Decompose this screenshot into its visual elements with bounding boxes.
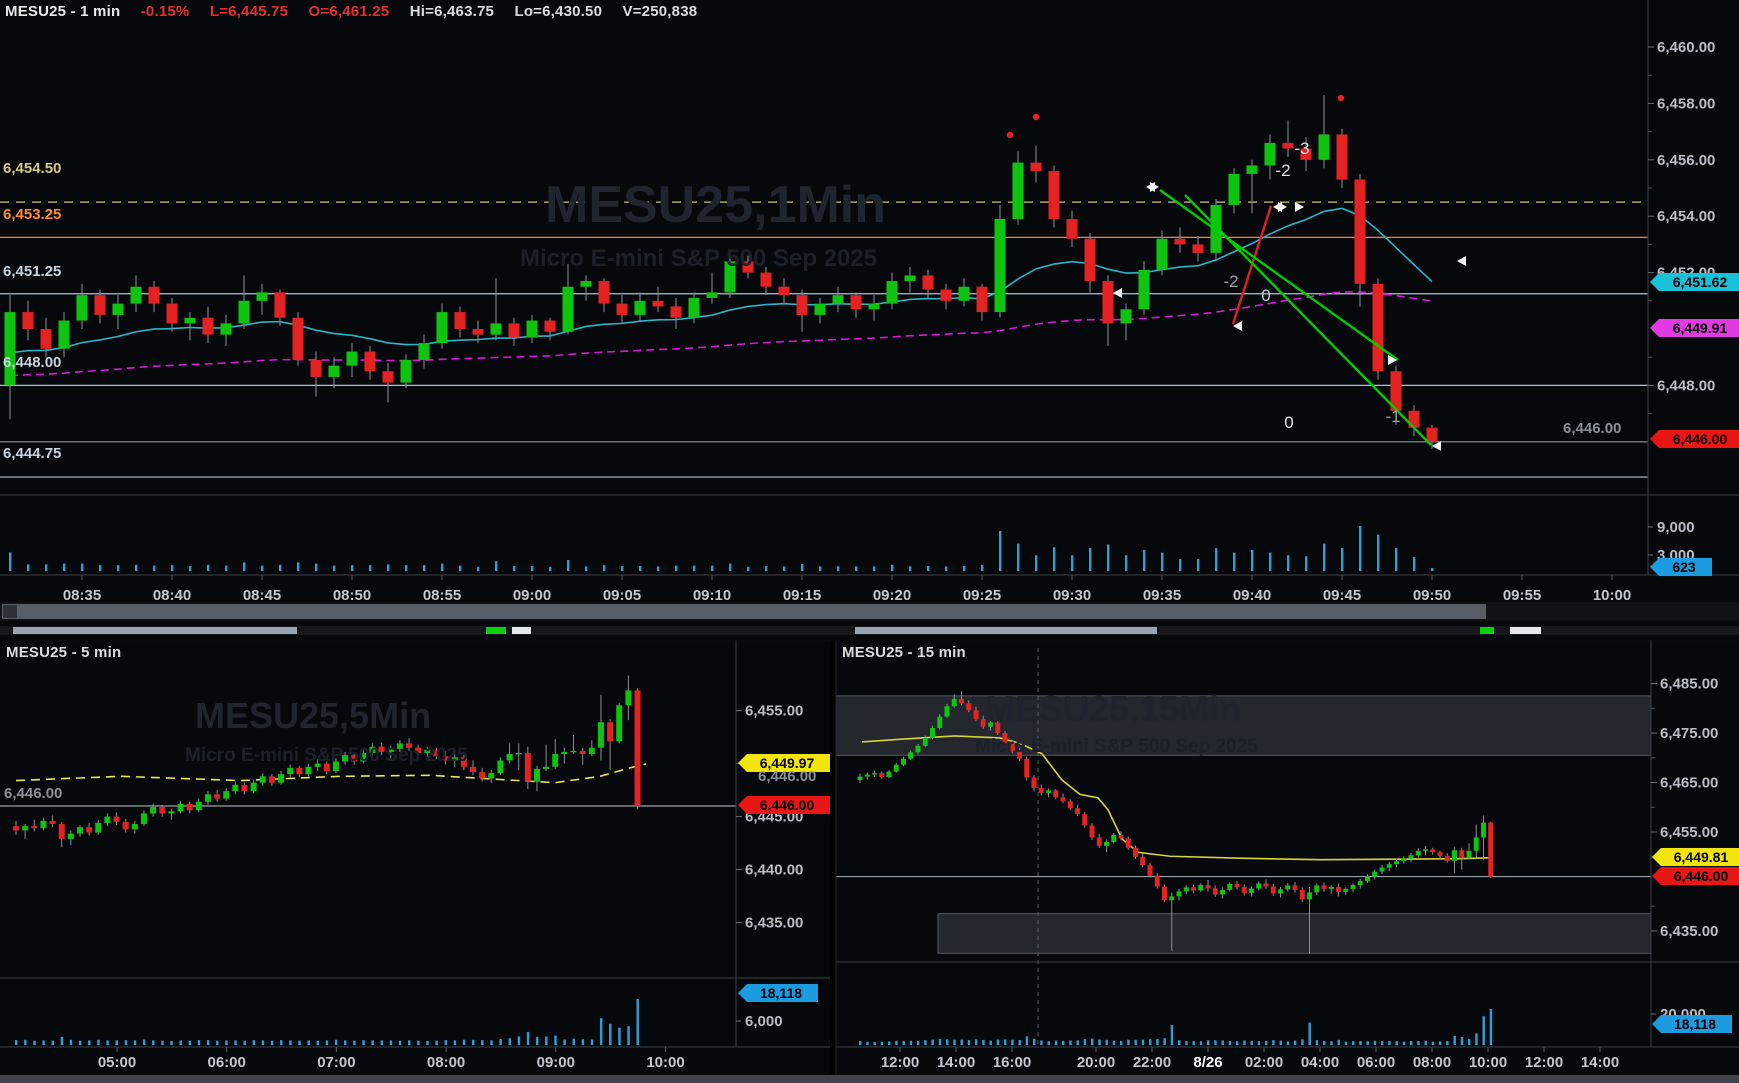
svg-text:10:00: 10:00 xyxy=(1469,1054,1507,1071)
chart-15min-volume xyxy=(859,1009,1492,1045)
charts-layer[interactable]: -2-3-20-106,460.006,458.006,456.006,454.… xyxy=(0,0,1739,1083)
svg-text:6,435.00: 6,435.00 xyxy=(745,915,803,932)
watermark-symbol-5min: MESU25,5Min xyxy=(195,695,431,737)
scroll-marker-green-15min[interactable] xyxy=(1480,627,1494,634)
level-label-645325: 6,453.25 xyxy=(3,206,61,223)
svg-text:6,465.00: 6,465.00 xyxy=(1660,775,1718,792)
chart-1min-time: 08:3508:4008:4508:5008:5509:0009:0509:10… xyxy=(63,575,1631,604)
stat-high: Hi=6,463.75 xyxy=(410,3,494,20)
chart-header-1min: MESU25 - 1 min -0.15% L=6,445.75 O=6,461… xyxy=(5,3,713,20)
svg-text:09:00: 09:00 xyxy=(537,1054,575,1071)
svg-text:12:00: 12:00 xyxy=(1525,1054,1563,1071)
chart-header-5min: MESU25 - 5 min xyxy=(6,644,121,661)
svg-text:14:00: 14:00 xyxy=(1581,1054,1619,1071)
svg-text:05:00: 05:00 xyxy=(98,1054,136,1071)
volume-tag-1min: 623 xyxy=(1650,558,1712,576)
scroll-marker-green-5min[interactable] xyxy=(486,627,506,634)
svg-text:08:00: 08:00 xyxy=(427,1054,465,1071)
inline-price-label-5min: 6,446.00 xyxy=(4,785,62,802)
level-label-644475: 6,444.75 xyxy=(3,445,61,462)
svg-text:8/26: 8/26 xyxy=(1193,1054,1222,1071)
chart-header-15min: MESU25 - 15 min xyxy=(842,644,966,661)
scrollbar-track-1min[interactable] xyxy=(0,602,1739,621)
svg-text:06:00: 06:00 xyxy=(1357,1054,1395,1071)
trading-workspace: -2-3-20-106,460.006,458.006,456.006,454.… xyxy=(0,0,1739,1083)
svg-text:-3: -3 xyxy=(1294,139,1309,158)
svg-text:-2: -2 xyxy=(1223,272,1238,291)
inline-price-label-1min: 6,446.00 xyxy=(1563,420,1621,437)
volume-tag-15min: 18,118 xyxy=(1652,1015,1732,1033)
watermark-symbol-15min: MESU25,15Min xyxy=(985,688,1241,730)
svg-text:6,475.00: 6,475.00 xyxy=(1660,725,1718,742)
stat-last: L=6,445.75 xyxy=(210,3,288,20)
svg-text:-1: -1 xyxy=(1385,407,1400,426)
chart-1min-volume xyxy=(9,526,1433,571)
stat-volume: V=250,838 xyxy=(623,3,698,20)
level-label-645125: 6,451.25 xyxy=(3,263,61,280)
svg-text:14:00: 14:00 xyxy=(937,1054,975,1071)
svg-text:6,460.00: 6,460.00 xyxy=(1657,39,1715,56)
svg-text:04:00: 04:00 xyxy=(1301,1054,1339,1071)
svg-text:02:00: 02:00 xyxy=(1245,1054,1283,1071)
svg-text:12:00: 12:00 xyxy=(881,1054,919,1071)
svg-text:6,456.00: 6,456.00 xyxy=(1657,152,1715,169)
watermark-desc-15min: Micro E-mini S&P 500 Sep 2025 xyxy=(975,736,1258,758)
level-label-645450: 6,454.50 xyxy=(3,160,61,177)
svg-text:6,454.00: 6,454.00 xyxy=(1657,208,1715,225)
svg-text:22:00: 22:00 xyxy=(1133,1054,1171,1071)
svg-text:9,000: 9,000 xyxy=(1657,519,1695,536)
price-tag-magenta-ma: 6,449.91 xyxy=(1650,319,1739,337)
price-tag-vwap-15min: 6,449.81 xyxy=(1652,848,1739,866)
watermark-desc-5min: Micro E-mini S&P 500 Sep 2025 xyxy=(185,745,468,767)
svg-text:6,448.00: 6,448.00 xyxy=(1657,377,1715,394)
svg-text:6,440.00: 6,440.00 xyxy=(745,862,803,879)
level-label-644800: 6,448.00 xyxy=(3,354,61,371)
volume-tag-5min: 18,118 xyxy=(738,984,818,1002)
scrollbar-home-button-1min[interactable] xyxy=(3,605,17,618)
scrollbar-track-bottom-row[interactable] xyxy=(0,626,1739,635)
watermark-desc-1min: Micro E-mini S&P 500 Sep 2025 xyxy=(520,245,877,273)
svg-text:10:00: 10:00 xyxy=(646,1054,684,1071)
scroll-marker-white-15min[interactable] xyxy=(1510,627,1541,634)
svg-text:20:00: 20:00 xyxy=(1077,1054,1115,1071)
scrollbar-bottom[interactable] xyxy=(0,1075,1739,1083)
scrollbar-thumb-5min[interactable] xyxy=(13,627,297,634)
chart-5min xyxy=(0,764,736,806)
svg-text:07:00: 07:00 xyxy=(317,1054,355,1071)
scrollbar-thumb-1min[interactable] xyxy=(2,604,1486,619)
chart-15min xyxy=(836,648,1651,1046)
scrollbar-thumb-15min[interactable] xyxy=(855,627,1157,634)
chart-1min-axis: 6,460.006,458.006,456.006,454.006,452.00… xyxy=(0,0,1739,575)
chart-5min-volume xyxy=(15,999,639,1045)
stat-change-pct: -0.15% xyxy=(141,3,190,20)
chart-1min xyxy=(0,202,1648,477)
svg-text:16:00: 16:00 xyxy=(993,1054,1031,1071)
svg-text:6,435.00: 6,435.00 xyxy=(1660,923,1718,940)
stat-open: O=6,461.25 xyxy=(309,3,390,20)
price-tag-last-1min: 6,446.00 xyxy=(1650,430,1739,448)
symbol-title-1min: MESU25 - 1 min xyxy=(5,3,120,20)
inline-price-label-15min: 6,446.00 xyxy=(758,768,816,785)
chart-5min-time: 05:00 06:00 07:00 08:00 09:00 10:00 xyxy=(98,1047,685,1071)
svg-text:-2: -2 xyxy=(1275,161,1290,180)
price-tag-last-5min: 6,446.00 xyxy=(738,796,830,814)
chart-15min-time: 12:00 14:00 16:00 20:00 22:00 8/26 02:00 04:00 0… xyxy=(881,1047,1619,1071)
price-tag-last-15min: 6,446.00 xyxy=(1652,867,1739,885)
svg-text:6,455.00: 6,455.00 xyxy=(1660,824,1718,841)
watermark-symbol-1min: MESU25,1Min xyxy=(545,175,886,235)
svg-text:0: 0 xyxy=(1284,413,1293,432)
svg-text:6,458.00: 6,458.00 xyxy=(1657,95,1715,112)
svg-text:08:00: 08:00 xyxy=(1413,1054,1451,1071)
stat-low: Lo=6,430.50 xyxy=(514,3,602,20)
svg-text:6,485.00: 6,485.00 xyxy=(1660,676,1718,693)
svg-text:6,455.00: 6,455.00 xyxy=(745,703,803,720)
svg-text:06:00: 06:00 xyxy=(208,1054,246,1071)
svg-text:0: 0 xyxy=(1261,286,1270,305)
price-tag-cyan-ma: 6,451.62 xyxy=(1650,273,1739,291)
svg-text:6,000: 6,000 xyxy=(745,1013,783,1030)
scroll-marker-white-5min[interactable] xyxy=(512,627,531,634)
